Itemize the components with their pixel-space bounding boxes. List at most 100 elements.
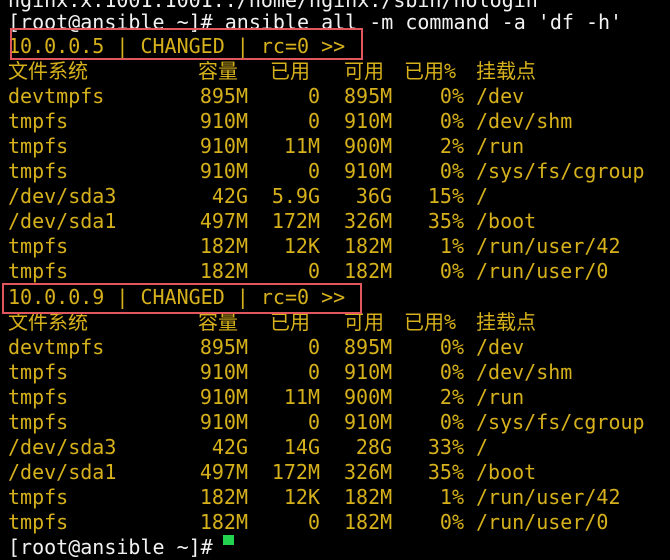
table-cell: 0% <box>439 84 464 108</box>
table-cell: 326M <box>344 209 393 233</box>
table-cell: 910M <box>344 360 393 384</box>
table-cell: /run/user/0 <box>476 510 609 534</box>
table-cell: 0 <box>307 259 320 283</box>
table-cell: 0 <box>307 410 320 434</box>
table-row: tmpfs 182M 12K 182M 1% /run/user/42 <box>0 485 670 510</box>
table-row: tmpfs 910M 0 910M 0% /dev/shm <box>0 360 670 385</box>
table-cell: 182M <box>344 259 393 283</box>
table-cell: 42G <box>211 184 248 208</box>
table-cell: /dev/shm <box>476 109 573 133</box>
table-cell: 36G <box>355 184 392 208</box>
column-header: 已用% <box>404 310 457 334</box>
column-header: 容量 <box>198 59 238 83</box>
table-cell: 910M <box>199 410 248 434</box>
table-row: tmpfs 910M 11M 900M 2% /run <box>0 385 670 410</box>
table-row: tmpfs 182M 0 182M 0% /run/user/0 <box>0 510 670 535</box>
table-cell: 895M <box>344 335 393 359</box>
table-row: tmpfs 910M 0 910M 0% /dev/shm <box>0 109 670 134</box>
table-cell: tmpfs <box>8 385 69 409</box>
table-cell: /boot <box>476 209 537 233</box>
table-cell: 14G <box>283 435 320 459</box>
table-cell: /sys/fs/cgroup <box>476 159 645 183</box>
table-cell: tmpfs <box>8 109 69 133</box>
table-row: /dev/sda1 497M 172M 326M 35% /boot <box>0 460 670 485</box>
table-row: /dev/sda3 42G 14G 28G 33% / <box>0 435 670 460</box>
table-cell: 910M <box>199 385 248 409</box>
column-header: 已用% <box>404 59 457 83</box>
table-cell: 910M <box>199 134 248 158</box>
table-cell: /boot <box>476 460 537 484</box>
table-cell: /run <box>476 134 525 158</box>
table-cell: 0% <box>439 360 464 384</box>
table-cell: /dev <box>476 84 525 108</box>
column-header: 挂载点 <box>476 59 536 83</box>
table-cell: / <box>476 435 489 459</box>
table-cell: 5.9G <box>271 184 320 208</box>
table-row: /dev/sda1 497M 172M 326M 35% /boot <box>0 209 670 234</box>
table-cell: 28G <box>355 435 392 459</box>
table-row: /dev/sda3 42G 5.9G 36G 15% / <box>0 184 670 209</box>
table-cell: 182M <box>199 485 248 509</box>
table-cell: /run/user/42 <box>476 485 621 509</box>
table-cell: 0 <box>307 360 320 384</box>
table-cell: 0% <box>439 109 464 133</box>
highlight-box-host-2 <box>2 283 362 314</box>
table-cell: 182M <box>199 259 248 283</box>
terminal-bottom-partial-line: [root@ansible ~]# <box>8 535 225 559</box>
table-cell: tmpfs <box>8 360 69 384</box>
table-cell: 895M <box>344 84 393 108</box>
table-cell: 0% <box>439 335 464 359</box>
table-cell: 35% <box>427 460 464 484</box>
table-row: tmpfs 910M 0 910M 0% /sys/fs/cgroup <box>0 410 670 435</box>
table-cell: 0 <box>307 335 320 359</box>
column-header: 文件系统 <box>8 59 88 83</box>
table-cell: 895M <box>199 84 248 108</box>
table-cell: 910M <box>199 360 248 384</box>
table-cell: 910M <box>199 159 248 183</box>
table-row: devtmpfs 895M 0 895M 0% /dev <box>0 84 670 109</box>
table-cell: 900M <box>344 385 393 409</box>
column-header: 挂载点 <box>476 310 536 334</box>
table-cell: 172M <box>271 209 320 233</box>
table-cell: 0% <box>439 259 464 283</box>
table-cell: 0 <box>307 109 320 133</box>
terminal-cursor <box>223 535 234 545</box>
table-cell: /dev/sda1 <box>8 209 117 233</box>
table-cell: /sys/fs/cgroup <box>476 410 645 434</box>
table-cell: / <box>476 184 489 208</box>
table-cell: 900M <box>344 134 393 158</box>
table-cell: 1% <box>439 234 464 258</box>
table-row: tmpfs 182M 0 182M 0% /run/user/0 <box>0 259 670 284</box>
table-cell: devtmpfs <box>8 84 105 108</box>
table-cell: /dev/sda3 <box>8 435 117 459</box>
table-cell: tmpfs <box>8 259 69 283</box>
table-cell: 0 <box>307 510 320 534</box>
column-header: 已用 <box>270 59 310 83</box>
table-cell: tmpfs <box>8 485 69 509</box>
table-row: tmpfs 910M 11M 900M 2% /run <box>0 134 670 159</box>
terminal-window[interactable]: nginx:x:1001:1001::/home/nginx:/sbin/nol… <box>0 0 670 559</box>
table-cell: tmpfs <box>8 234 69 258</box>
table-cell: 11M <box>283 134 320 158</box>
table-cell: 2% <box>439 134 464 158</box>
table-cell: 2% <box>439 385 464 409</box>
table-cell: 497M <box>199 209 248 233</box>
table-cell: /run/user/42 <box>476 234 621 258</box>
table-cell: 0% <box>439 510 464 534</box>
table-cell: tmpfs <box>8 410 69 434</box>
table-cell: 33% <box>427 435 464 459</box>
table-cell: devtmpfs <box>8 335 105 359</box>
table-cell: 182M <box>199 510 248 534</box>
table-cell: 15% <box>427 184 464 208</box>
table-row: devtmpfs 895M 0 895M 0% /dev <box>0 335 670 360</box>
table-cell: 910M <box>344 410 393 434</box>
table-header-row: 文件系统 容量 已用 可用 已用% 挂载点 <box>0 59 670 84</box>
table-cell: 182M <box>344 485 393 509</box>
table-cell: 910M <box>199 109 248 133</box>
table-cell: 0 <box>307 84 320 108</box>
table-cell: 182M <box>199 234 248 258</box>
table-cell: 497M <box>199 460 248 484</box>
table-cell: 12K <box>283 485 320 509</box>
table-cell: 326M <box>344 460 393 484</box>
table-cell: /dev <box>476 335 525 359</box>
